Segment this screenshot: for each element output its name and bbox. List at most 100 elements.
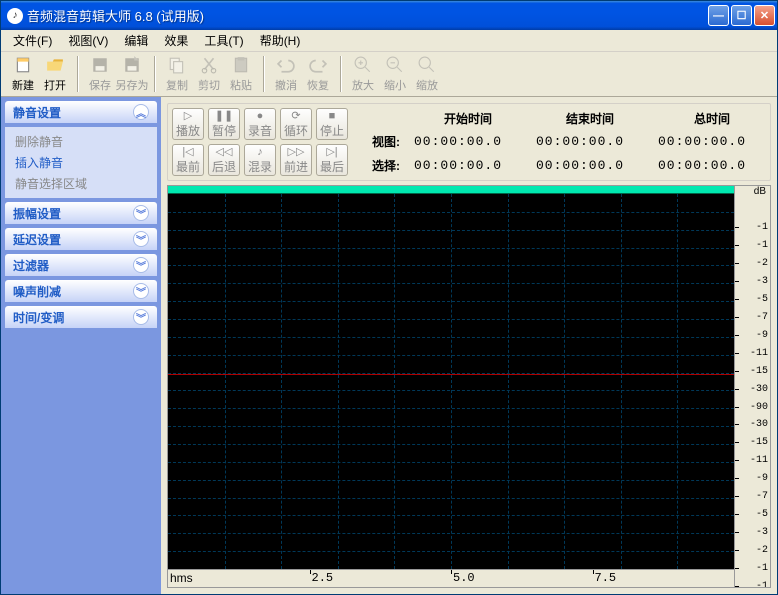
menu-item-0[interactable]: 文件(F) bbox=[5, 30, 60, 51]
time-header: 结束时间 bbox=[536, 110, 644, 127]
undo-button: 撤消 bbox=[270, 53, 302, 95]
cut-button: 剪切 bbox=[193, 53, 225, 95]
waveform-redline bbox=[168, 374, 734, 375]
time-value-1-1: 00:00:00.0 bbox=[536, 158, 644, 173]
db-label: -90 bbox=[750, 402, 768, 413]
forward-button[interactable]: ▷▷前进 bbox=[280, 144, 312, 176]
time-axis: hms2.55.07.5 bbox=[168, 569, 734, 587]
sidebar-link-0-2: 静音选择区域 bbox=[15, 175, 147, 192]
open-button[interactable]: 打开 bbox=[39, 53, 71, 95]
zoomout-button: 缩小 bbox=[379, 53, 411, 95]
time-value-0-2: 00:00:00.0 bbox=[658, 134, 766, 149]
new-button[interactable]: 新建 bbox=[7, 53, 39, 95]
db-label: -5 bbox=[756, 294, 768, 305]
loop-button[interactable]: ⟳循环 bbox=[280, 108, 312, 140]
db-label: -7 bbox=[756, 491, 768, 502]
zoomfit-button: 缩放 bbox=[411, 53, 443, 95]
chevron-down-icon: ︾ bbox=[133, 231, 149, 247]
panel-head-0[interactable]: 静音设置︽ bbox=[5, 101, 157, 123]
menu-bar: 文件(F)视图(V)编辑效果工具(T)帮助(H) bbox=[1, 30, 777, 52]
db-label: -9 bbox=[756, 330, 768, 341]
transport-panel: ▷播放❚❚暂停●录音⟳循环■停止 |◁最前◁◁后退♪混录▷▷前进▷|最后 开始时间… bbox=[167, 103, 771, 181]
main-toolbar: 新建打开保存另存为复制剪切粘贴撤消恢复放大缩小缩放 bbox=[1, 52, 777, 97]
menu-item-5[interactable]: 帮助(H) bbox=[252, 30, 309, 51]
first-button[interactable]: |◁最前 bbox=[172, 144, 204, 176]
waveform-header-strip bbox=[168, 186, 734, 194]
time-row-label-1: 选择: bbox=[360, 157, 400, 174]
mix-button[interactable]: ♪混录 bbox=[244, 144, 276, 176]
sidebar: 静音设置︽ 删除静音插入静音静音选择区域振幅设置︾ 延迟设置︾ 过滤器︾ 噪声削减︾ 时间… bbox=[1, 97, 161, 594]
app-icon: ♪ bbox=[7, 8, 23, 24]
sidebar-link-0-1[interactable]: 插入静音 bbox=[15, 154, 147, 171]
save-button: 保存 bbox=[84, 53, 116, 95]
waveform-display[interactable]: hms2.55.07.5 dB -1 -1 -2 -3 -5 -7 -9 -11 -15 -30 -9… bbox=[167, 185, 771, 588]
paste-icon bbox=[231, 55, 251, 75]
chevron-down-icon: ︾ bbox=[133, 205, 149, 221]
chevron-down-icon: ︾ bbox=[133, 309, 149, 325]
chevron-up-icon: ︽ bbox=[133, 104, 149, 120]
time-value-1-0: 00:00:00.0 bbox=[414, 158, 522, 173]
chevron-down-icon: ︾ bbox=[133, 283, 149, 299]
time-header: 开始时间 bbox=[414, 110, 522, 127]
paste-button: 粘贴 bbox=[225, 53, 257, 95]
undo-icon bbox=[276, 55, 296, 75]
time-row-label-0: 视图: bbox=[360, 133, 400, 150]
time-value-1-2: 00:00:00.0 bbox=[658, 158, 766, 173]
db-label: -1 bbox=[756, 563, 768, 574]
window-title: 音频混音剪辑大师 6.8 (试用版) bbox=[27, 6, 708, 25]
title-bar: ♪ 音频混音剪辑大师 6.8 (试用版) — ☐ ✕ bbox=[1, 1, 777, 30]
db-label: -15 bbox=[750, 366, 768, 377]
open-icon bbox=[45, 55, 65, 75]
panel-head-2[interactable]: 延迟设置︾ bbox=[5, 228, 157, 250]
redo-button: 恢复 bbox=[302, 53, 334, 95]
db-label: -11 bbox=[750, 348, 768, 359]
time-unit-label: hms bbox=[170, 571, 193, 585]
db-label: -1 bbox=[756, 581, 768, 588]
db-label: -15 bbox=[750, 437, 768, 448]
time-header: 总时间 bbox=[658, 110, 766, 127]
close-button[interactable]: ✕ bbox=[754, 5, 775, 26]
panel-body-0: 删除静音插入静音静音选择区域 bbox=[5, 127, 157, 198]
minimize-button[interactable]: — bbox=[708, 5, 729, 26]
db-label: -5 bbox=[756, 509, 768, 520]
db-label: -3 bbox=[756, 276, 768, 287]
time-value-0-0: 00:00:00.0 bbox=[414, 134, 522, 149]
copy-button: 复制 bbox=[161, 53, 193, 95]
panel-head-3[interactable]: 过滤器︾ bbox=[5, 254, 157, 276]
db-label: -9 bbox=[756, 473, 768, 484]
menu-item-3[interactable]: 效果 bbox=[156, 30, 196, 51]
db-label: -30 bbox=[750, 384, 768, 395]
saveas-icon bbox=[122, 55, 142, 75]
stop-button[interactable]: ■停止 bbox=[316, 108, 348, 140]
panel-head-4[interactable]: 噪声削减︾ bbox=[5, 280, 157, 302]
sidebar-link-0-0: 删除静音 bbox=[15, 133, 147, 150]
rewind-button[interactable]: ◁◁后退 bbox=[208, 144, 240, 176]
new-icon bbox=[13, 55, 33, 75]
pause-button[interactable]: ❚❚暂停 bbox=[208, 108, 240, 140]
db-unit-label: dB bbox=[754, 186, 766, 197]
panel-head-5[interactable]: 时间/变调︾ bbox=[5, 306, 157, 328]
db-label: -2 bbox=[756, 545, 768, 556]
last-button[interactable]: ▷|最后 bbox=[316, 144, 348, 176]
time-tick-label: 7.5 bbox=[595, 571, 617, 585]
redo-icon bbox=[308, 55, 328, 75]
panel-head-1[interactable]: 振幅设置︾ bbox=[5, 202, 157, 224]
db-scale: dB-1-1-2-3-5-7-9-11-15-30-90-30-15-11-9-… bbox=[734, 186, 770, 587]
saveas-button: 另存为 bbox=[116, 53, 148, 95]
save-icon bbox=[90, 55, 110, 75]
zoomin-icon bbox=[353, 55, 373, 75]
maximize-button[interactable]: ☐ bbox=[731, 5, 752, 26]
copy-icon bbox=[167, 55, 187, 75]
menu-item-1[interactable]: 视图(V) bbox=[60, 30, 116, 51]
chevron-down-icon: ︾ bbox=[133, 257, 149, 273]
menu-item-2[interactable]: 编辑 bbox=[116, 30, 156, 51]
play-button[interactable]: ▷播放 bbox=[172, 108, 204, 140]
db-label: -1 bbox=[756, 240, 768, 251]
time-value-0-1: 00:00:00.0 bbox=[536, 134, 644, 149]
db-label: -2 bbox=[756, 258, 768, 269]
db-label: -30 bbox=[750, 419, 768, 430]
menu-item-4[interactable]: 工具(T) bbox=[196, 30, 251, 51]
record-button[interactable]: ●录音 bbox=[244, 108, 276, 140]
db-label: -1 bbox=[756, 222, 768, 233]
zoomout-icon bbox=[385, 55, 405, 75]
